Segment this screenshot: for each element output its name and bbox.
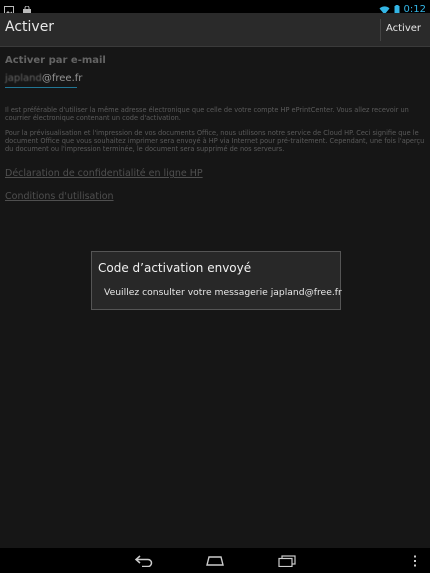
action-bar-divider bbox=[380, 19, 381, 41]
dialog-title: Code d’activation envoyé bbox=[98, 261, 252, 275]
action-bar: Activer Activer bbox=[0, 13, 430, 47]
status-bar: 0:12 bbox=[0, 0, 430, 16]
recent-apps-icon[interactable] bbox=[276, 552, 298, 569]
back-icon[interactable] bbox=[133, 552, 155, 569]
navigation-bar bbox=[0, 548, 430, 573]
menu-icon[interactable] bbox=[409, 552, 421, 569]
activate-button[interactable]: Activer bbox=[386, 23, 421, 34]
activation-sent-dialog: Code d’activation envoyé Veuillez consul… bbox=[91, 251, 342, 310]
home-icon[interactable] bbox=[203, 552, 227, 569]
action-bar-title: Activer bbox=[5, 19, 55, 35]
dialog-message: Veuillez consulter votre messagerie japl… bbox=[104, 287, 342, 298]
